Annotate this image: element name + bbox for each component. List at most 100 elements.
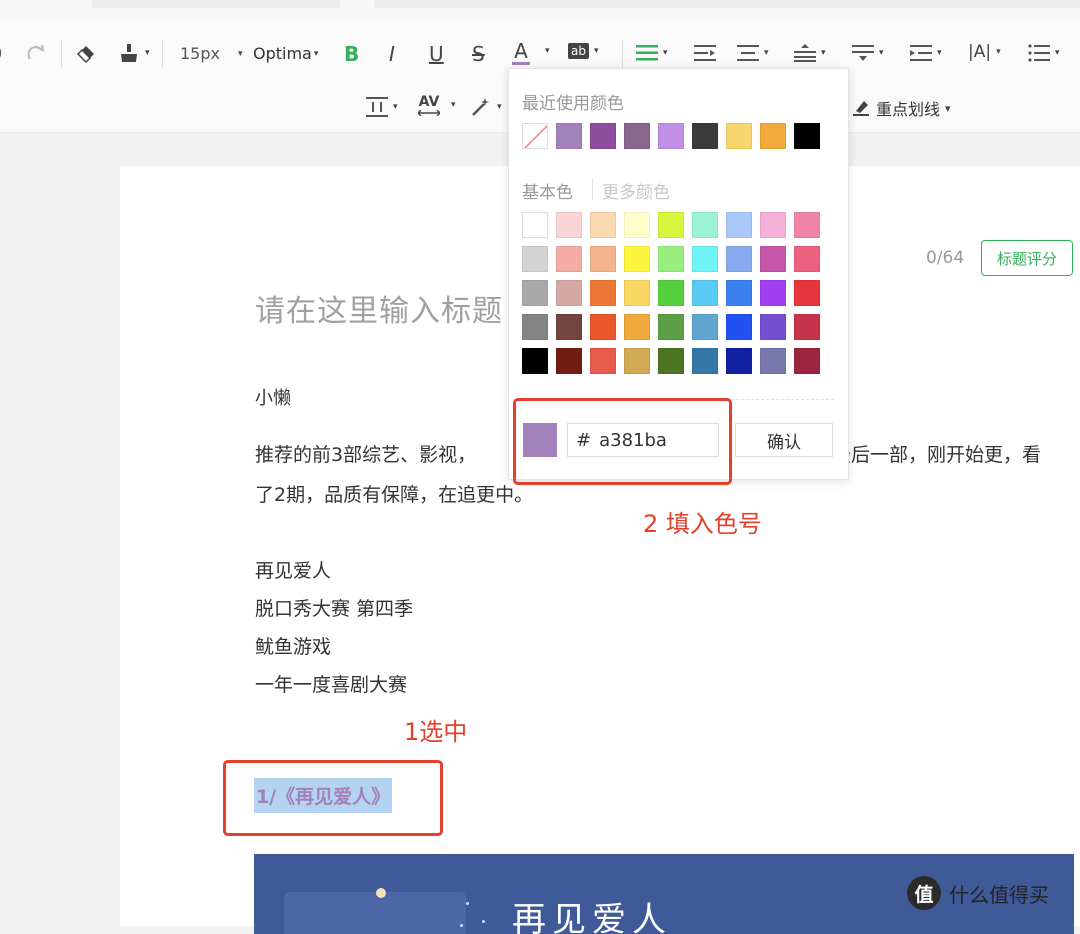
moon-icon	[376, 888, 386, 898]
vertical-spacing-button[interactable]: ▾	[366, 96, 398, 118]
line-height-button[interactable]: ▾	[794, 44, 826, 62]
confirm-button[interactable]: 确认	[735, 423, 833, 457]
list-item[interactable]: 一年一度喜剧大赛	[255, 670, 407, 697]
basic-color-swatch[interactable]	[794, 280, 820, 306]
recent-color-swatch[interactable]	[692, 123, 718, 149]
basic-color-swatch[interactable]	[760, 348, 786, 374]
basic-color-swatch[interactable]	[760, 280, 786, 306]
chevron-down-icon: ▾	[821, 48, 826, 58]
letter-spacing-dropdown[interactable]: ▾	[446, 100, 456, 110]
basic-color-swatch[interactable]	[726, 246, 752, 272]
chevron-down-icon: ▾	[393, 102, 398, 112]
recent-color-swatch[interactable]	[794, 123, 820, 149]
basic-color-swatch[interactable]	[658, 314, 684, 340]
more-colors-tab[interactable]: 更多颜色	[602, 178, 670, 203]
basic-color-swatch[interactable]	[658, 212, 684, 238]
basic-color-swatch[interactable]	[692, 246, 718, 272]
basic-color-swatch[interactable]	[726, 212, 752, 238]
basic-color-swatch[interactable]	[658, 348, 684, 374]
basic-color-swatch[interactable]	[794, 314, 820, 340]
undo-icon[interactable]	[0, 42, 8, 64]
basic-color-swatch[interactable]	[590, 280, 616, 306]
basic-color-swatch[interactable]	[726, 314, 752, 340]
recent-color-swatch[interactable]	[590, 123, 616, 149]
basic-color-swatch[interactable]	[726, 280, 752, 306]
no-color-swatch[interactable]	[522, 123, 548, 149]
background-color-button[interactable]: ab ▾	[568, 43, 599, 59]
basic-color-swatch[interactable]	[692, 348, 718, 374]
basic-color-swatch[interactable]	[556, 246, 582, 272]
recent-color-swatch[interactable]	[726, 123, 752, 149]
basic-color-swatch[interactable]	[522, 212, 548, 238]
basic-color-swatch[interactable]	[658, 280, 684, 306]
basic-color-swatch[interactable]	[522, 280, 548, 306]
letter-width-button[interactable]: |A| ▾	[968, 42, 1001, 62]
basic-colors-tab[interactable]: 基本色	[522, 178, 573, 203]
basic-color-swatch[interactable]	[692, 212, 718, 238]
list-item[interactable]: 再见爱人	[255, 556, 331, 583]
basic-color-swatch[interactable]	[522, 348, 548, 374]
list-button[interactable]: ▾	[1028, 44, 1060, 62]
basic-color-swatch[interactable]	[658, 246, 684, 272]
basic-color-swatch[interactable]	[624, 348, 650, 374]
top-strip-segment	[374, 0, 1080, 8]
redo-icon[interactable]	[26, 42, 48, 64]
font-family-value: Optima	[253, 44, 312, 63]
letter-width-icon: |A|	[968, 42, 992, 62]
basic-color-swatch[interactable]	[556, 280, 582, 306]
paragraph-spacing-button[interactable]: ▾	[737, 44, 769, 62]
font-size-select[interactable]: 15px ▾	[180, 44, 243, 63]
magic-wand-icon[interactable]: ▾	[470, 96, 502, 118]
font-family-select[interactable]: Optima ▾	[253, 44, 318, 63]
basic-color-swatch[interactable]	[760, 246, 786, 272]
recent-color-swatch[interactable]	[556, 123, 582, 149]
basic-color-swatch[interactable]	[590, 212, 616, 238]
font-color-dropdown[interactable]: ▾	[540, 46, 550, 56]
top-strip-segment	[92, 0, 340, 8]
intro-text-end[interactable]: 最后一部，刚开始更，看	[832, 440, 1041, 467]
basic-color-swatch[interactable]	[522, 314, 548, 340]
basic-color-swatch[interactable]	[556, 348, 582, 374]
basic-color-swatch[interactable]	[760, 314, 786, 340]
basic-color-swatch[interactable]	[590, 314, 616, 340]
basic-color-swatch[interactable]	[624, 280, 650, 306]
underline-button[interactable]: U	[429, 42, 444, 66]
basic-color-swatch[interactable]	[556, 314, 582, 340]
basic-color-swatch[interactable]	[556, 212, 582, 238]
intro-text-start[interactable]: 推荐的前3部综艺、影视，	[255, 440, 476, 467]
basic-color-swatch[interactable]	[590, 246, 616, 272]
basic-color-swatch[interactable]	[590, 348, 616, 374]
bold-button[interactable]: B	[344, 42, 359, 66]
title-input[interactable]: 请在这里输入标题	[255, 286, 503, 330]
align-justify-button[interactable]: ▾	[636, 44, 668, 62]
key-underline-button[interactable]: 重点划线 ▾	[852, 96, 951, 120]
list-item[interactable]: 脱口秀大赛 第四季	[255, 594, 413, 621]
basic-color-swatch[interactable]	[692, 280, 718, 306]
basic-color-swatch[interactable]	[624, 314, 650, 340]
recent-color-swatch[interactable]	[658, 123, 684, 149]
recent-color-swatch[interactable]	[760, 123, 786, 149]
intro-text-line2[interactable]: 了2期，品质有保障，在追更中。	[255, 480, 533, 507]
basic-color-swatch[interactable]	[794, 246, 820, 272]
strikethrough-button[interactable]: S	[472, 42, 485, 66]
italic-button[interactable]: I	[389, 42, 395, 66]
recent-color-swatch[interactable]	[624, 123, 650, 149]
letter-spacing-button[interactable]: AV	[418, 94, 440, 116]
indent-button[interactable]: ▾	[910, 44, 942, 62]
font-color-button[interactable]: A	[512, 40, 530, 65]
basic-color-swatch[interactable]	[794, 348, 820, 374]
format-brush-button[interactable]: ▾	[118, 42, 150, 64]
basic-color-swatch[interactable]	[624, 246, 650, 272]
indent-right-icon[interactable]	[694, 44, 716, 62]
list-item[interactable]: 鱿鱼游戏	[255, 632, 331, 659]
basic-color-swatch[interactable]	[794, 212, 820, 238]
paragraph-format-button[interactable]: ▾	[852, 44, 884, 62]
basic-color-swatch[interactable]	[726, 348, 752, 374]
basic-color-swatch[interactable]	[760, 212, 786, 238]
basic-color-swatch[interactable]	[522, 246, 548, 272]
star-icon	[460, 924, 463, 927]
basic-color-swatch[interactable]	[624, 212, 650, 238]
title-score-button[interactable]: 标题评分	[981, 240, 1073, 276]
format-eraser-icon[interactable]	[74, 42, 98, 64]
basic-color-swatch[interactable]	[692, 314, 718, 340]
